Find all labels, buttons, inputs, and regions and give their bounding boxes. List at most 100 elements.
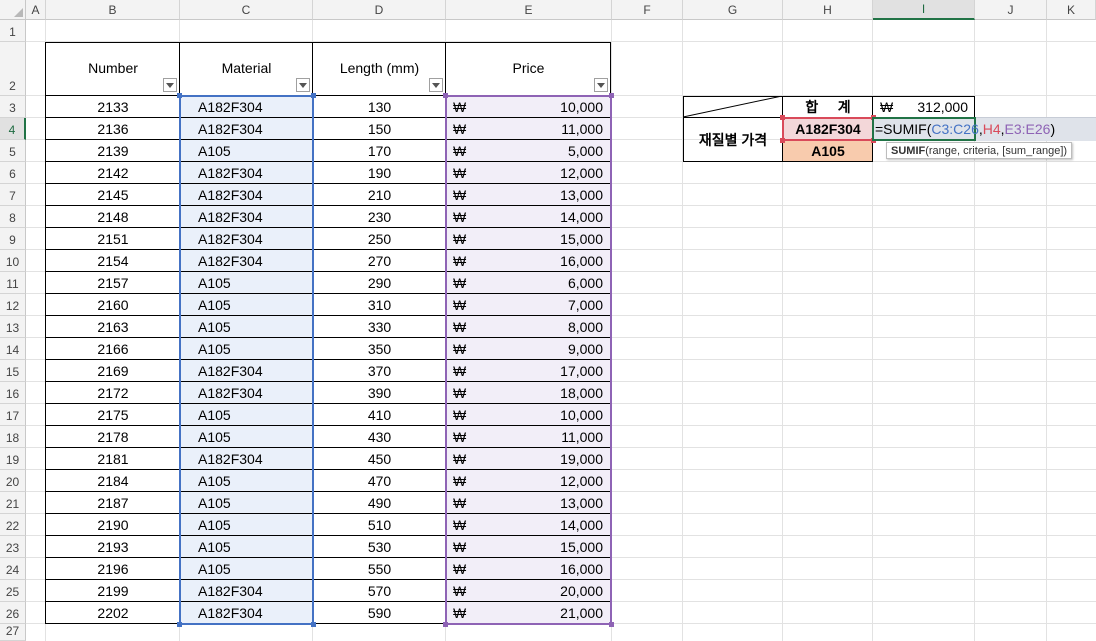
- table-cell-number[interactable]: 2145: [46, 184, 180, 206]
- row-header-6[interactable]: 6: [0, 162, 26, 184]
- table-cell-length[interactable]: 510: [313, 514, 446, 536]
- table-cell-number[interactable]: 2136: [46, 118, 180, 140]
- table-cell-length[interactable]: 350: [313, 338, 446, 360]
- row-header-23[interactable]: 23: [0, 536, 26, 558]
- table-cell-length[interactable]: 190: [313, 162, 446, 184]
- range-resize-handle[interactable]: [443, 93, 448, 98]
- table-cell-length[interactable]: 130: [313, 96, 446, 118]
- row-header-3[interactable]: 3: [0, 96, 26, 118]
- column-header-g[interactable]: G: [683, 0, 783, 20]
- row-header-27[interactable]: 27: [0, 624, 26, 641]
- table-cell-number[interactable]: 2202: [46, 602, 180, 624]
- filter-dropdown-button[interactable]: [429, 78, 443, 92]
- table-cell-number[interactable]: 2172: [46, 382, 180, 404]
- tooltip-function-name[interactable]: SUMIF: [891, 145, 925, 157]
- column-header-c[interactable]: C: [180, 0, 313, 20]
- formula-text[interactable]: =SUMIF(C3:C26, H4, E3:E26): [875, 118, 1055, 140]
- table-cell-length[interactable]: 170: [313, 140, 446, 162]
- range-resize-handle[interactable]: [609, 622, 614, 627]
- row-header-15[interactable]: 15: [0, 360, 26, 382]
- table-cell-length[interactable]: 390: [313, 382, 446, 404]
- function-argument-tooltip[interactable]: SUMIF (range, criteria, [sum_range]): [886, 142, 1073, 159]
- table-cell-length[interactable]: 150: [313, 118, 446, 140]
- row-header-22[interactable]: 22: [0, 514, 26, 536]
- row-header-16[interactable]: 16: [0, 382, 26, 404]
- range-resize-handle[interactable]: [780, 138, 785, 143]
- row-header-24[interactable]: 24: [0, 558, 26, 580]
- filter-dropdown-button[interactable]: [296, 78, 310, 92]
- table-cell-number[interactable]: 2199: [46, 580, 180, 602]
- table-cell-number[interactable]: 2154: [46, 250, 180, 272]
- column-header-f[interactable]: F: [612, 0, 683, 20]
- table-cell-number[interactable]: 2163: [46, 316, 180, 338]
- column-header-k[interactable]: K: [1047, 0, 1096, 20]
- row-header-2[interactable]: 2: [0, 42, 26, 96]
- table-cell-number[interactable]: 2133: [46, 96, 180, 118]
- row-header-11[interactable]: 11: [0, 272, 26, 294]
- row-header-17[interactable]: 17: [0, 404, 26, 426]
- table-cell-number[interactable]: 2148: [46, 206, 180, 228]
- material-a105-cell[interactable]: A105: [783, 140, 873, 162]
- table-cell-number[interactable]: 2187: [46, 492, 180, 514]
- table-cell-length[interactable]: 430: [313, 426, 446, 448]
- table-cell-number[interactable]: 2181: [46, 448, 180, 470]
- total-value[interactable]: 312,000: [900, 96, 968, 118]
- row-header-8[interactable]: 8: [0, 206, 26, 228]
- range-resize-handle[interactable]: [311, 93, 316, 98]
- table-cell-number[interactable]: 2139: [46, 140, 180, 162]
- table-cell-number[interactable]: 2151: [46, 228, 180, 250]
- row-header-19[interactable]: 19: [0, 448, 26, 470]
- row-header-12[interactable]: 12: [0, 294, 26, 316]
- row-header-4[interactable]: 4: [0, 118, 26, 140]
- table-cell-length[interactable]: 270: [313, 250, 446, 272]
- range-resize-handle[interactable]: [177, 622, 182, 627]
- table-cell-length[interactable]: 310: [313, 294, 446, 316]
- range-resize-handle[interactable]: [780, 115, 785, 120]
- table-cell-length[interactable]: 470: [313, 470, 446, 492]
- row-header-9[interactable]: 9: [0, 228, 26, 250]
- column-header-j[interactable]: J: [975, 0, 1047, 20]
- row-header-20[interactable]: 20: [0, 470, 26, 492]
- row-header-1[interactable]: 1: [0, 20, 26, 42]
- table-cell-length[interactable]: 290: [313, 272, 446, 294]
- range-resize-handle[interactable]: [311, 622, 316, 627]
- table-cell-length[interactable]: 370: [313, 360, 446, 382]
- table-cell-number[interactable]: 2142: [46, 162, 180, 184]
- table-cell-length[interactable]: 230: [313, 206, 446, 228]
- table-cell-number[interactable]: 2175: [46, 404, 180, 426]
- range-resize-handle[interactable]: [177, 93, 182, 98]
- filter-dropdown-button[interactable]: [594, 78, 608, 92]
- range-resize-handle[interactable]: [609, 93, 614, 98]
- column-header-d[interactable]: D: [313, 0, 446, 20]
- table-cell-number[interactable]: 2184: [46, 470, 180, 492]
- column-header-b[interactable]: B: [46, 0, 180, 20]
- column-header-h[interactable]: H: [783, 0, 873, 20]
- range-resize-handle[interactable]: [443, 622, 448, 627]
- column-header-e[interactable]: E: [446, 0, 612, 20]
- table-cell-length[interactable]: 590: [313, 602, 446, 624]
- filter-dropdown-button[interactable]: [163, 78, 177, 92]
- row-header-7[interactable]: 7: [0, 184, 26, 206]
- table-cell-length[interactable]: 250: [313, 228, 446, 250]
- table-cell-number[interactable]: 2157: [46, 272, 180, 294]
- table-cell-length[interactable]: 450: [313, 448, 446, 470]
- row-header-5[interactable]: 5: [0, 140, 26, 162]
- table-cell-number[interactable]: 2178: [46, 426, 180, 448]
- table-cell-length[interactable]: 410: [313, 404, 446, 426]
- table-cell-length[interactable]: 550: [313, 558, 446, 580]
- spreadsheet-grid[interactable]: A B C D E F G H I J K 1 2 3 4 5 6 7 8 9 10 11 12 13 14 15 16 17 18 19…: [0, 0, 1096, 641]
- row-header-10[interactable]: 10: [0, 250, 26, 272]
- row-header-26[interactable]: 26: [0, 602, 26, 624]
- column-header-a[interactable]: A: [26, 0, 46, 20]
- row-header-13[interactable]: 13: [0, 316, 26, 338]
- row-header-25[interactable]: 25: [0, 580, 26, 602]
- table-cell-number[interactable]: 2196: [46, 558, 180, 580]
- row-header-21[interactable]: 21: [0, 492, 26, 514]
- select-all-corner[interactable]: [0, 0, 26, 20]
- table-cell-length[interactable]: 210: [313, 184, 446, 206]
- table-cell-number[interactable]: 2190: [46, 514, 180, 536]
- table-cell-number[interactable]: 2169: [46, 360, 180, 382]
- table-cell-number[interactable]: 2166: [46, 338, 180, 360]
- table-cell-number[interactable]: 2193: [46, 536, 180, 558]
- column-header-i[interactable]: I: [873, 0, 975, 20]
